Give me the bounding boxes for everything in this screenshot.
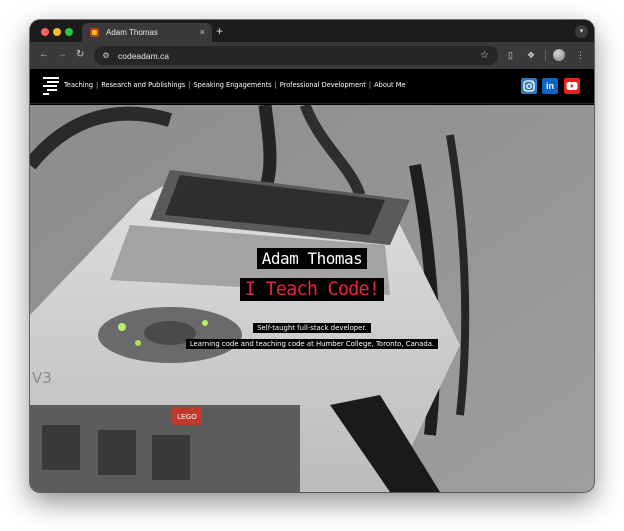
extension-icon[interactable]: ▯ — [508, 49, 513, 61]
tab-search-icon[interactable]: ▾ — [575, 25, 588, 38]
site-navbar: Teaching | Research and Publishings | Sp… — [30, 69, 594, 104]
nav-separator: | — [96, 81, 99, 89]
hero-name: Adam Thomas — [256, 248, 368, 269]
new-tab-button[interactable]: + — [216, 25, 223, 37]
nav-link-teaching[interactable]: Teaching — [64, 81, 93, 89]
linkedin-icon[interactable]: in — [542, 78, 558, 94]
hero-tagline-row: I Teach Code! — [30, 278, 594, 301]
web-page: Teaching | Research and Publishings | Sp… — [30, 69, 594, 492]
site-logo-icon[interactable] — [41, 74, 61, 98]
tab-close-icon[interactable]: × — [200, 28, 205, 37]
forward-arrow-icon[interactable]: → — [57, 49, 67, 61]
nav-separator: | — [188, 81, 191, 89]
nav-link-professional-development[interactable]: Professional Development — [280, 81, 366, 89]
hero-name-row: Adam Thomas — [30, 248, 594, 269]
menu-icon[interactable]: ⋮ — [576, 49, 585, 61]
site-info-icon[interactable]: ⚙ — [101, 51, 111, 61]
site-nav-links: Teaching | Research and Publishings | Sp… — [64, 81, 405, 89]
puzzle-icon[interactable]: ❖ — [527, 49, 535, 61]
youtube-icon[interactable] — [564, 78, 580, 94]
browser-window: Adam Thomas × + ▾ ← → ↻ ⚙ codeadam.ca ☆ … — [30, 20, 594, 492]
hero-description-1: Self-taught full-stack developer. — [253, 323, 371, 333]
tab-title: Adam Thomas — [106, 28, 158, 37]
minimize-window-button[interactable] — [53, 28, 61, 36]
reload-icon[interactable]: ↻ — [76, 49, 84, 61]
hero-tagline: I Teach Code! — [239, 278, 385, 301]
instagram-icon[interactable] — [521, 78, 537, 94]
favicon-icon — [90, 28, 99, 37]
back-arrow-icon[interactable]: ← — [39, 49, 49, 61]
nav-link-about[interactable]: About Me — [374, 81, 405, 89]
close-window-button[interactable] — [41, 28, 49, 36]
nav-separator: | — [368, 81, 372, 89]
ev3-device-label: V3 — [32, 369, 52, 387]
hero-description-2: Learning code and teaching code at Humbe… — [185, 339, 439, 349]
toolbar-divider — [545, 50, 546, 61]
browser-toolbar: ← → ↻ ⚙ codeadam.ca ☆ ▯ ❖ ⋮ — [30, 42, 594, 69]
nav-separator: | — [274, 81, 277, 89]
star-icon[interactable]: ☆ — [480, 50, 489, 61]
url-text[interactable]: codeadam.ca — [118, 51, 480, 61]
nav-link-research[interactable]: Research and Publishings — [101, 81, 185, 89]
browser-tab[interactable]: Adam Thomas × — [82, 23, 212, 42]
avatar[interactable] — [553, 49, 565, 61]
hero-section: LEGO V3 Adam Thomas I Teach Code! Self-t… — [30, 105, 594, 492]
lego-brand-label: LEGO — [177, 414, 197, 421]
hero-line-2-row: Learning code and teaching code at Humbe… — [30, 333, 594, 351]
address-bar[interactable]: ⚙ codeadam.ca ☆ — [94, 46, 498, 65]
nav-link-speaking[interactable]: Speaking Engagements — [193, 81, 271, 89]
maximize-window-button[interactable] — [65, 28, 73, 36]
tab-strip: Adam Thomas × + ▾ — [30, 20, 594, 42]
